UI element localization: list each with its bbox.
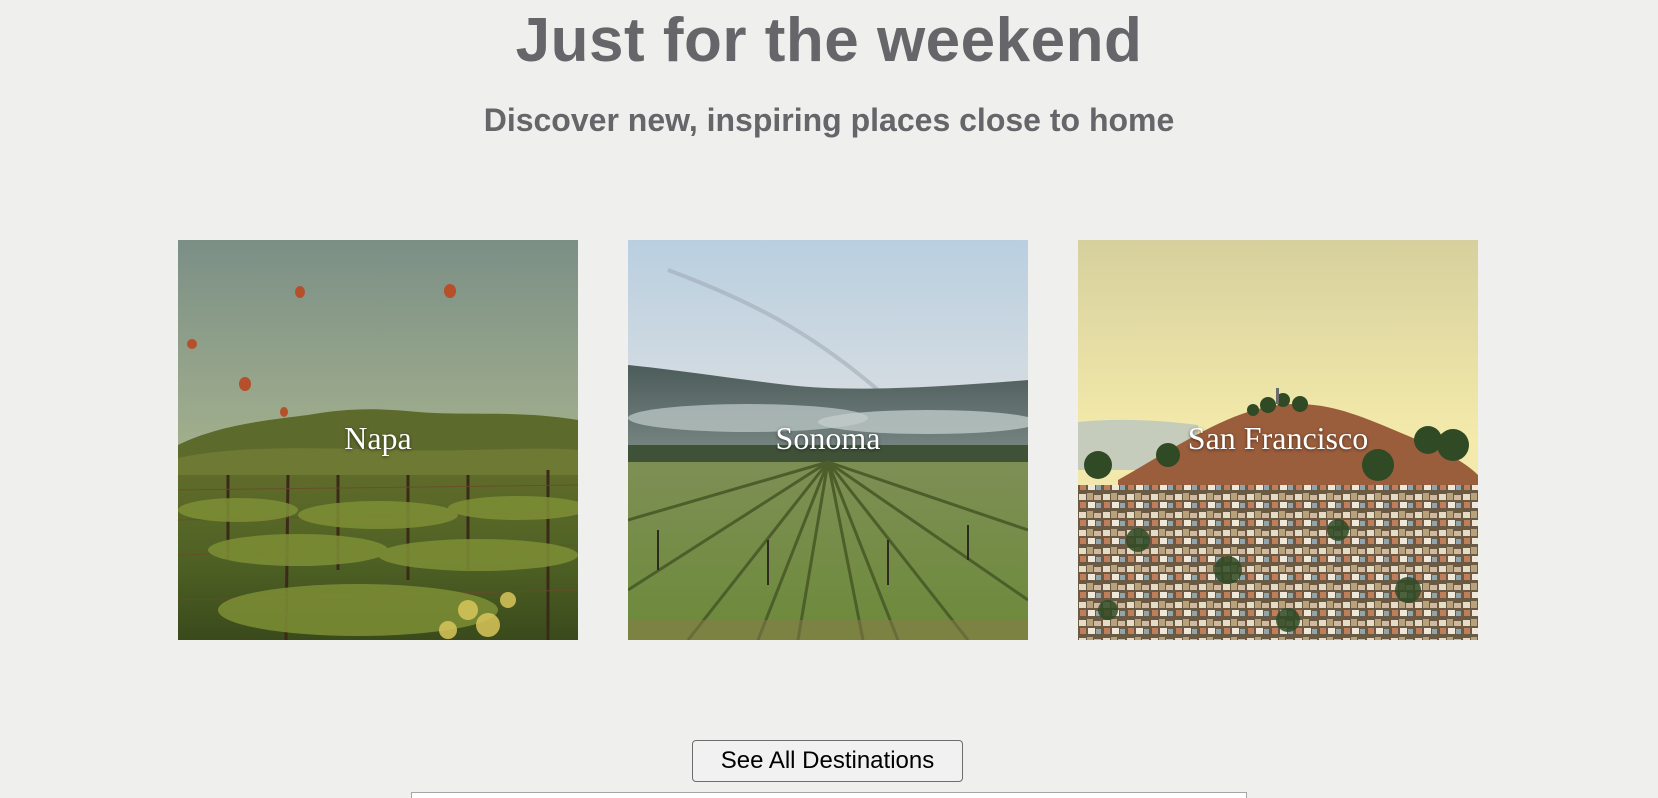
destination-label: San Francisco xyxy=(1187,420,1369,456)
destination-label: Sonoma xyxy=(775,420,881,456)
see-all-destinations-button[interactable]: See All Destinations xyxy=(692,740,963,782)
page-title: Just for the weekend xyxy=(515,6,1143,75)
destination-card-san-francisco[interactable]: San Francisco xyxy=(1078,240,1478,640)
page: Just for the weekend Discover new, inspi… xyxy=(0,0,1658,798)
destination-card-napa[interactable]: Napa xyxy=(178,240,578,640)
destination-card-sonoma[interactable]: Sonoma xyxy=(628,240,1028,640)
bottom-panel-edge xyxy=(411,792,1247,798)
destination-label: Napa xyxy=(344,420,412,456)
page-subtitle: Discover new, inspiring places close to … xyxy=(483,102,1175,138)
